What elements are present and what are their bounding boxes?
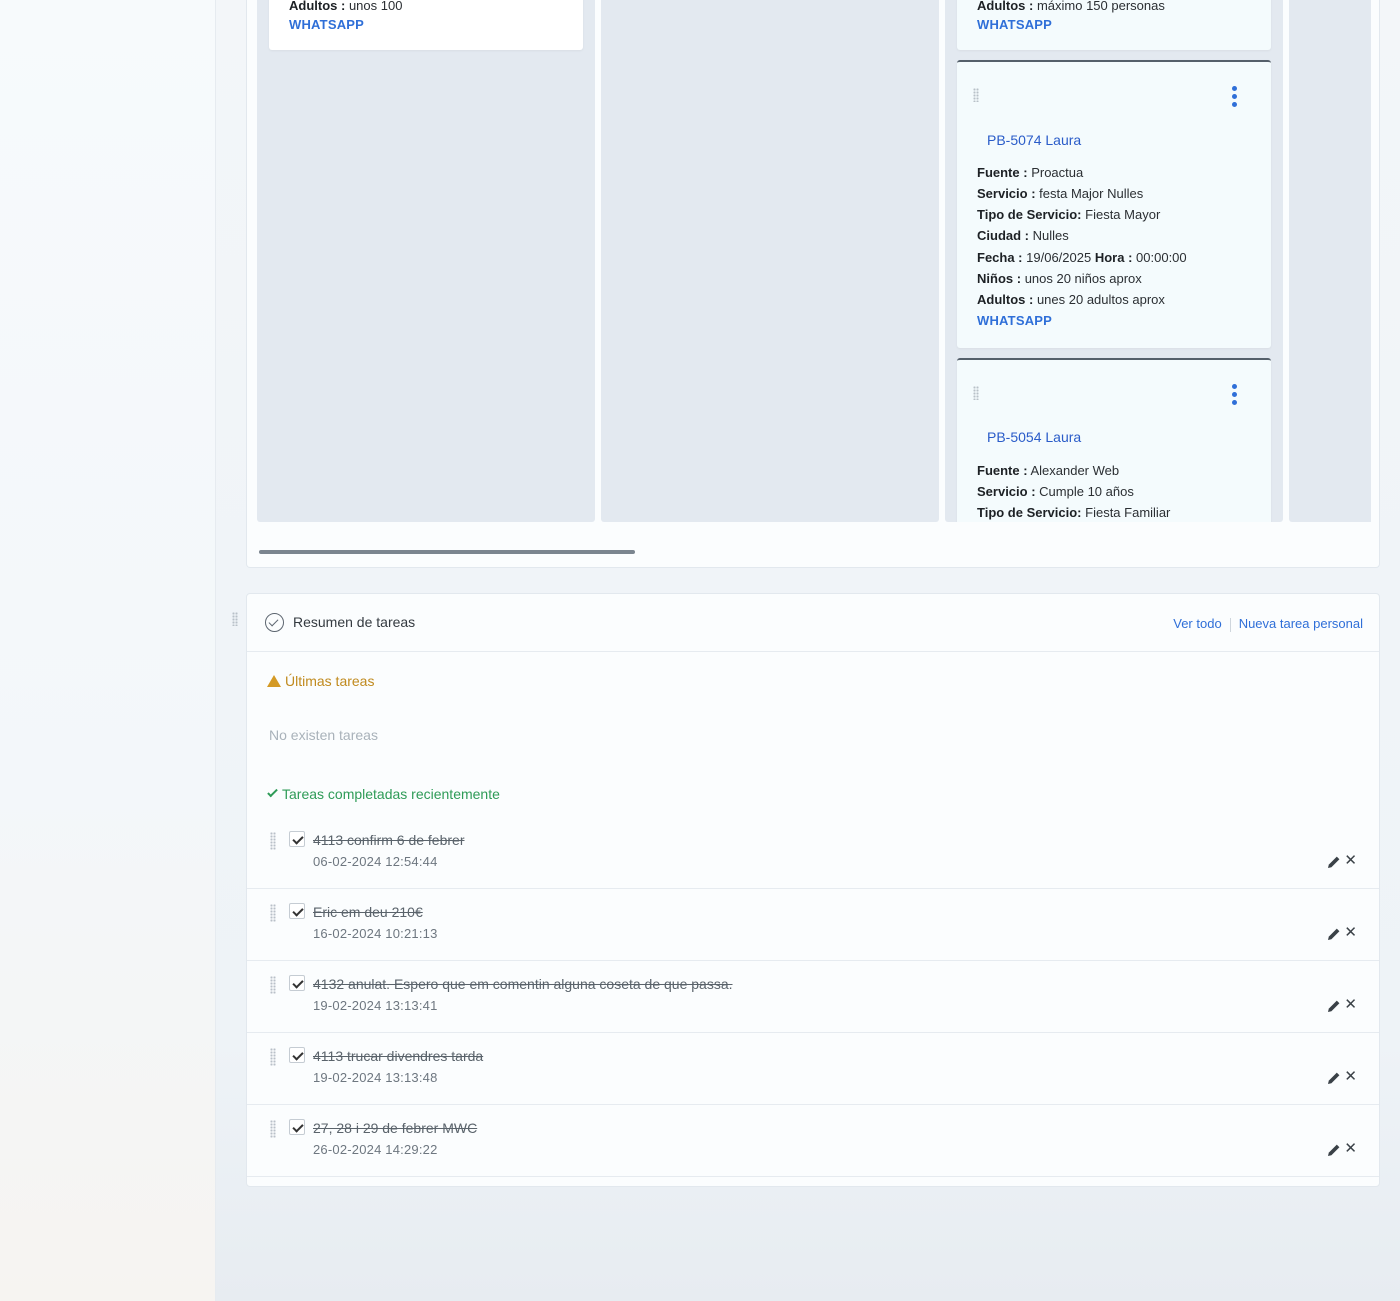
kanban-board: Adultos : unos 100 WHATSAPP Adultos : má… [246,0,1380,568]
task-date: 19-02-2024 13:13:48 [313,1070,438,1085]
task-checkbox[interactable] [289,1047,305,1063]
kanban-card[interactable]: PB-5054 Laura Fuente : Alexander Web Ser… [957,358,1271,522]
card-adultos: Adultos : máximo 150 personas [977,0,1165,13]
ultimas-tareas-heading: Últimas tareas [267,673,374,689]
card-fuente: Fuente : Proactua [977,165,1084,180]
pencil-icon[interactable] [1327,855,1341,869]
kanban-column: Adultos : máximo 150 personas WHATSAPP P… [945,0,1283,522]
card-servicio: Servicio : Cumple 10 años [977,484,1134,499]
task-row: 4132 anulat. Espero que em comentin algu… [247,961,1379,1033]
card-title[interactable]: PB-5054 Laura [987,429,1081,445]
completed-tasks-heading: Tareas completadas recientemente [267,786,500,802]
close-x-icon[interactable]: ✕ [1344,925,1357,941]
pencil-icon[interactable] [1327,1143,1341,1157]
panel-title: Resumen de tareas [293,614,416,630]
tasks-summary-panel: Resumen de tareas Ver todo Nueva tarea pe… [246,593,1380,1187]
task-date: 19-02-2024 13:13:41 [313,998,438,1013]
pencil-icon[interactable] [1327,927,1341,941]
drag-handle-icon[interactable] [270,832,276,850]
task-text: 27, 28 i 29 de febrer MWC [313,1120,478,1136]
drag-handle-icon[interactable] [973,386,979,400]
kanban-column [1289,0,1371,522]
close-x-icon[interactable]: ✕ [1344,1069,1357,1085]
empty-tasks-message: No existen tareas [269,727,378,743]
whatsapp-link[interactable]: WHATSAPP [289,17,364,32]
card-tipo-servicio: Tipo de Servicio: Fiesta Familiar [977,505,1171,520]
kanban-card[interactable]: Adultos : máximo 150 personas WHATSAPP [957,0,1271,50]
task-checkbox[interactable] [289,831,305,847]
card-ciudad: Ciudad : Nulles [977,228,1069,243]
card-title[interactable]: PB-5074 Laura [987,132,1081,148]
task-date: 06-02-2024 12:54:44 [313,854,438,869]
task-row: Eric em deu 210€ 16-02-2024 10:21:13 ✕ [247,889,1379,961]
warning-triangle-icon [267,675,281,687]
task-checkbox[interactable] [289,903,305,919]
task-checkbox[interactable] [289,1119,305,1135]
panel-drag-handle-icon[interactable] [232,612,238,626]
task-row: 4113 confirm 6 de febrer 06-02-2024 12:5… [247,817,1379,889]
task-checkbox[interactable] [289,975,305,991]
kanban-card[interactable]: PB-5074 Laura Fuente : Proactua Servicio… [957,60,1271,348]
card-fuente: Fuente : Alexander Web [977,463,1120,478]
close-x-icon[interactable]: ✕ [1344,1141,1357,1157]
nueva-tarea-link[interactable]: Nueva tarea personal [1239,616,1363,631]
pencil-icon[interactable] [1327,999,1341,1013]
drag-handle-icon[interactable] [270,1048,276,1066]
card-tipo-servicio: Tipo de Servicio: Fiesta Mayor [977,207,1161,222]
kanban-column: Adultos : unos 100 WHATSAPP [257,0,595,522]
kanban-card[interactable]: Adultos : unos 100 WHATSAPP [269,0,583,50]
card-ninos: Niños : unos 20 niños aprox [977,271,1142,286]
sidebar [0,0,216,1301]
card-adultos: Adultos : unos 100 [289,0,403,13]
close-x-icon[interactable]: ✕ [1344,997,1357,1013]
task-date: 26-02-2024 14:29:22 [313,1142,438,1157]
card-fecha: Fecha : 19/06/2025 Hora : 00:00:00 [977,250,1187,265]
task-row: 27, 28 i 29 de febrer MWC 26-02-2024 14:… [247,1105,1379,1177]
drag-handle-icon[interactable] [270,976,276,994]
pencil-icon[interactable] [1327,1071,1341,1085]
task-row: 4113 trucar divendres tarda 19-02-2024 1… [247,1033,1379,1105]
horizontal-scrollbar[interactable] [259,550,635,554]
checkmark-icon [267,786,278,798]
more-vertical-icon[interactable] [1232,86,1238,108]
task-date: 16-02-2024 10:21:13 [313,926,438,941]
kanban-viewport[interactable]: Adultos : unos 100 WHATSAPP Adultos : má… [257,0,1371,522]
task-text: 4113 trucar divendres tarda [313,1048,484,1064]
task-text: 4113 confirm 6 de febrer [313,832,465,848]
card-servicio: Servicio : festa Major Nulles [977,186,1144,201]
kanban-column [601,0,939,522]
whatsapp-link[interactable]: WHATSAPP [977,313,1052,328]
tasks-header: Resumen de tareas Ver todo Nueva tarea pe… [247,594,1379,652]
whatsapp-link[interactable]: WHATSAPP [977,17,1052,32]
more-vertical-icon[interactable] [1232,384,1238,406]
card-adultos: Adultos : unes 20 adultos aprox [977,292,1165,307]
divider [1229,617,1231,632]
drag-handle-icon[interactable] [270,1120,276,1138]
header-links: Ver todo Nueva tarea personal [1173,616,1363,632]
drag-handle-icon[interactable] [973,88,979,102]
ver-todo-link[interactable]: Ver todo [1173,616,1221,631]
check-circle-icon [265,613,284,632]
close-x-icon[interactable]: ✕ [1344,853,1357,869]
drag-handle-icon[interactable] [270,904,276,922]
task-text: Eric em deu 210€ [313,904,423,920]
task-text: 4132 anulat. Espero que em comentin algu… [313,976,733,992]
